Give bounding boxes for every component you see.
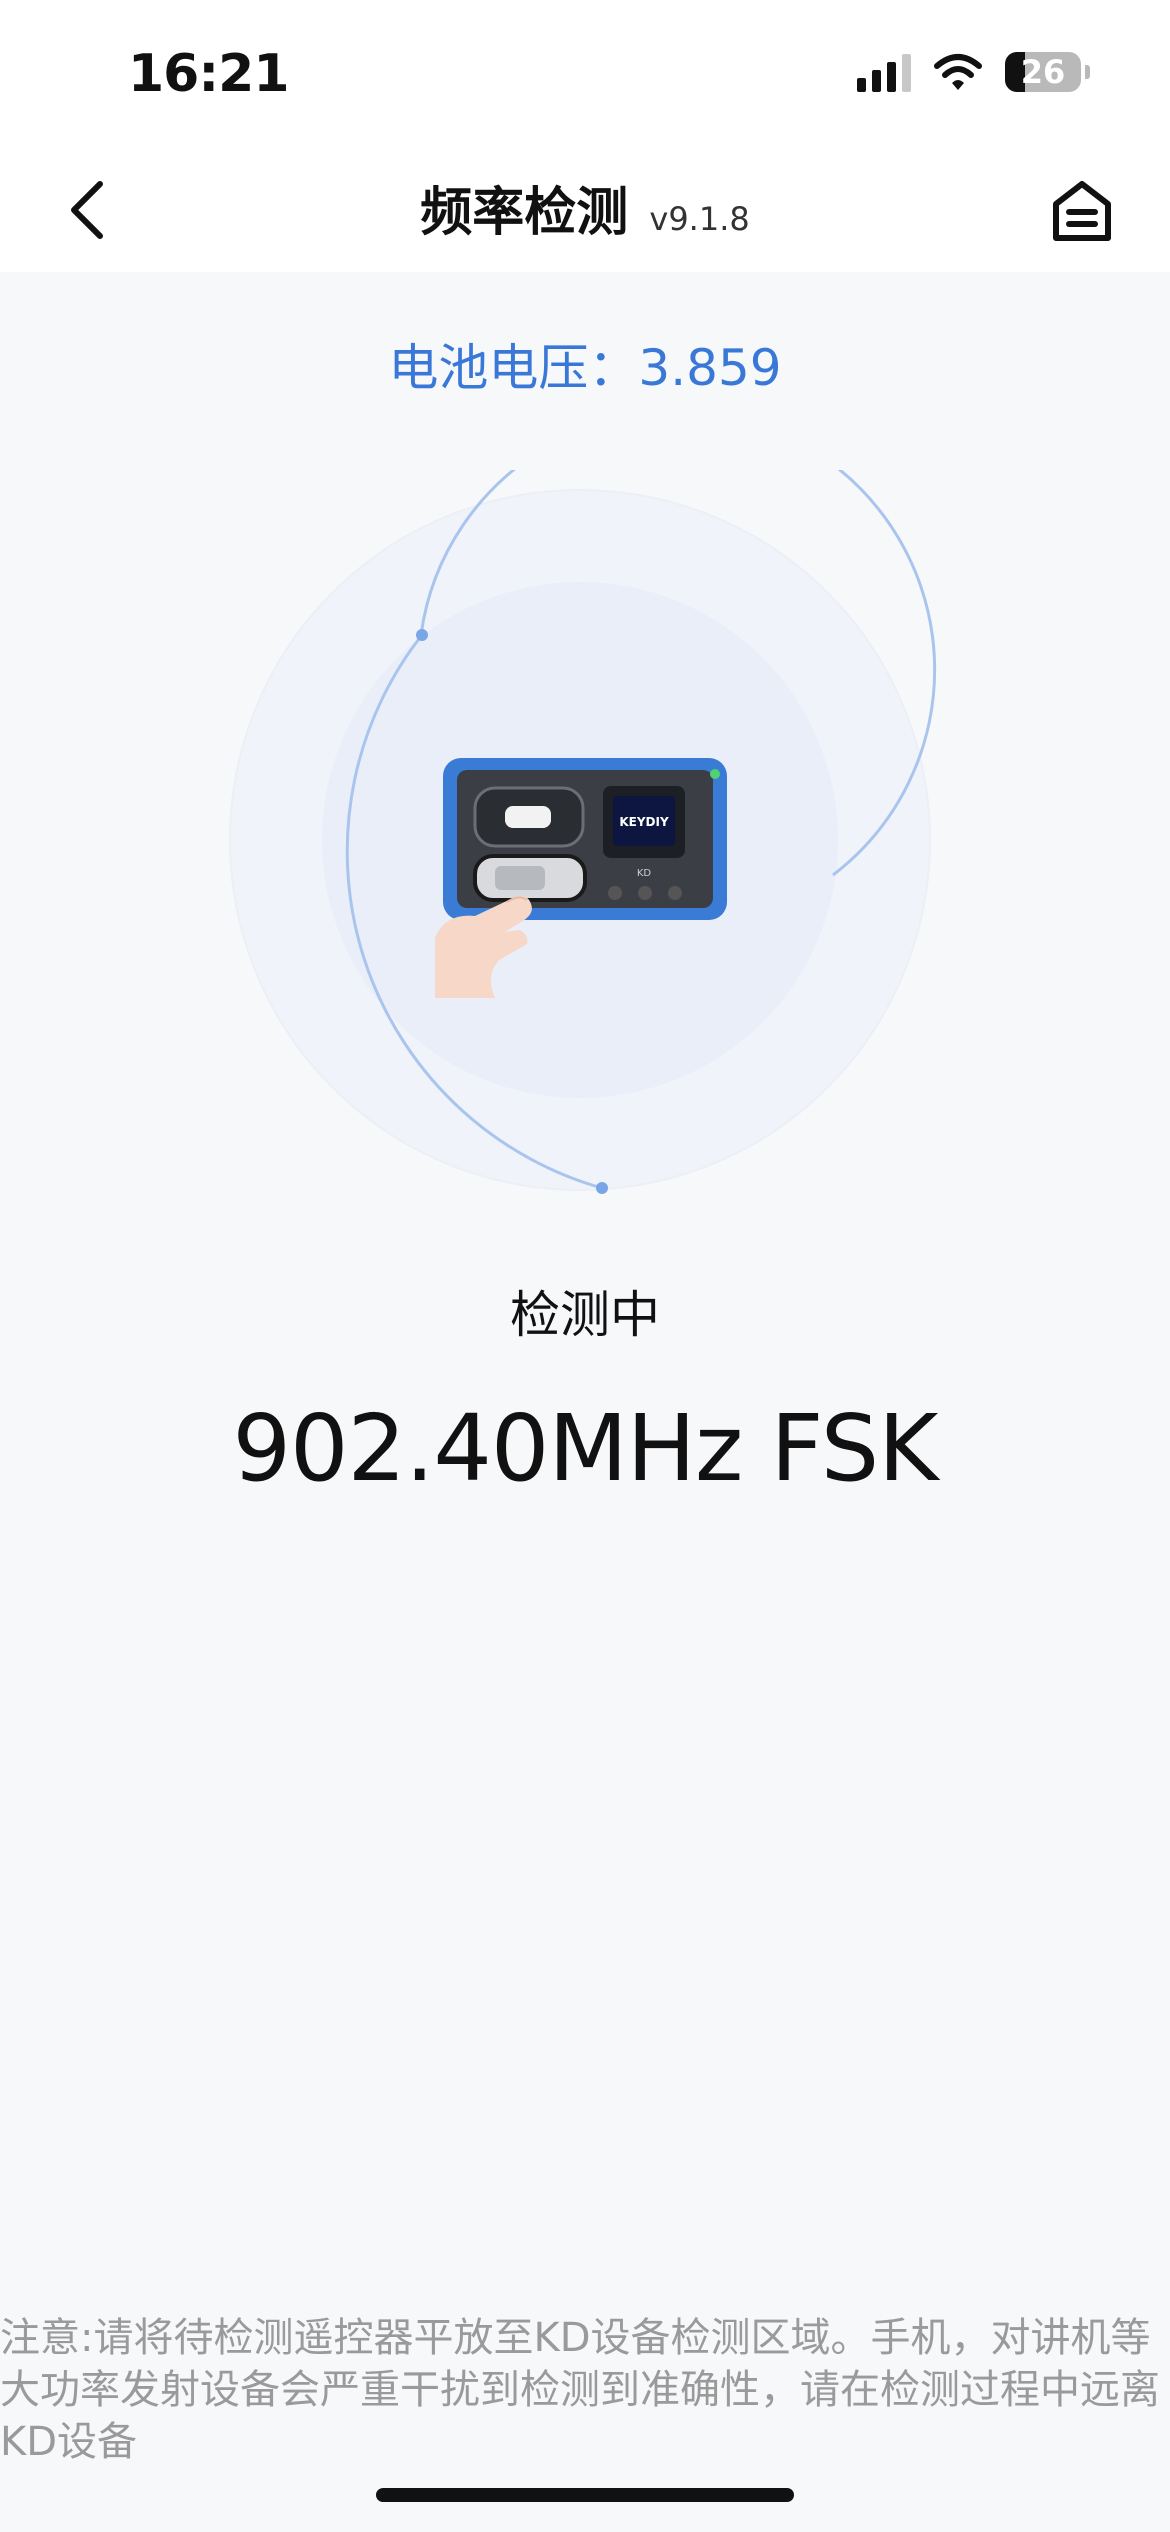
app-version: v9.1.8 — [649, 200, 750, 238]
kd-device-image: KEYDIY KD — [435, 748, 735, 998]
detection-status: 检测中 — [510, 1286, 660, 1344]
wifi-icon — [934, 54, 982, 90]
detected-frequency: 902.40MHz FSK — [232, 1395, 938, 1502]
status-time: 16:21 — [128, 44, 290, 104]
detection-graphic: KEYDIY KD — [210, 470, 950, 1210]
nav-title-wrap: 频率检测 v9.1.8 — [0, 170, 1170, 245]
signal-icon — [857, 52, 911, 92]
status-bar: 16:21 26 — [0, 0, 1170, 150]
page-title: 频率检测 — [420, 183, 629, 243]
device-brand-text: KEYDIY — [619, 815, 669, 829]
home-indicator[interactable] — [376, 2488, 794, 2502]
device-model-text: KD — [637, 868, 652, 879]
battery-cap — [1085, 65, 1090, 79]
notice-text: 注意:请将待检测遥控器平放至KD设备检测区域。手机，对讲机等大功率发射设备会严重… — [0, 2315, 1160, 2465]
battery-icon: 26 — [1005, 52, 1081, 92]
battery-level: 26 — [1020, 53, 1066, 91]
status-icons: 26 — [857, 52, 1090, 92]
home-icon — [1053, 181, 1111, 241]
home-button[interactable] — [1044, 172, 1120, 248]
nav-bar: 频率检测 v9.1.8 — [0, 150, 1170, 272]
battery-voltage: 电池电压：3.859 — [388, 339, 782, 397]
